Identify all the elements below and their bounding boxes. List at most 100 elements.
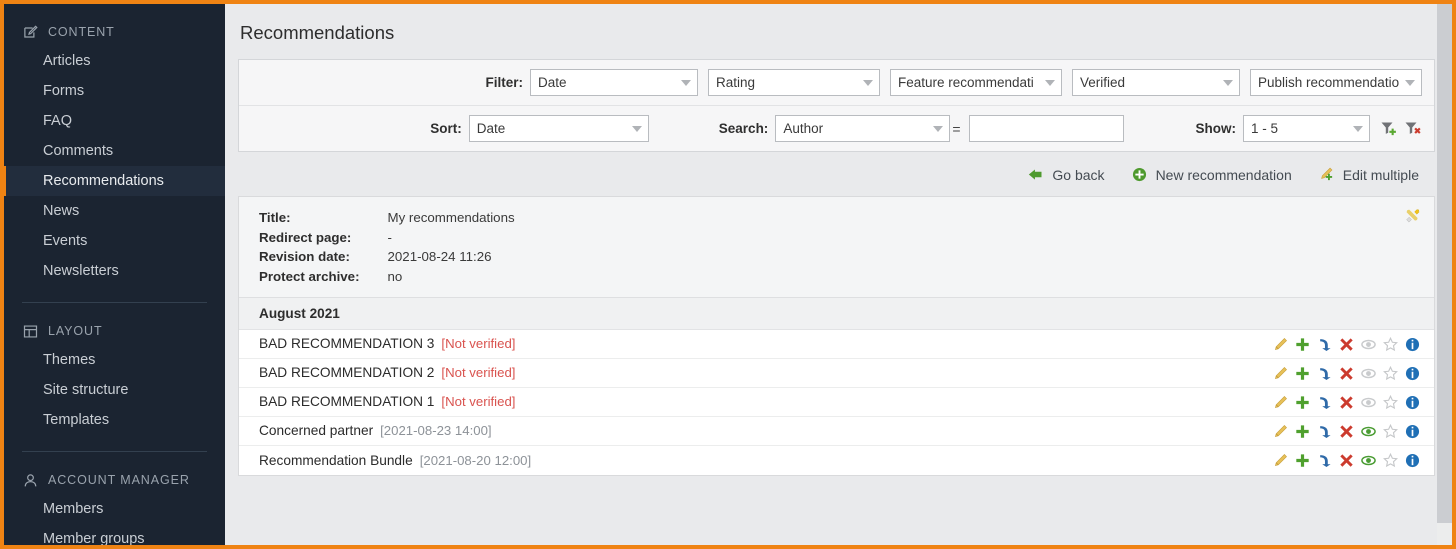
edit-pencil-icon[interactable] xyxy=(1269,393,1291,411)
visibility-eye-icon[interactable] xyxy=(1357,452,1379,470)
edit-pencil-icon[interactable] xyxy=(1269,422,1291,440)
sidebar-item-events[interactable]: Events xyxy=(4,226,225,256)
table-row[interactable]: BAD RECOMMENDATION 2 [Not verified] xyxy=(239,359,1434,388)
delete-x-icon[interactable] xyxy=(1335,335,1357,353)
feature-star-icon[interactable] xyxy=(1379,422,1401,440)
row-title[interactable]: BAD RECOMMENDATION 3 xyxy=(259,336,434,351)
sidebar-item-member-groups[interactable]: Member groups xyxy=(4,524,225,545)
info-icon[interactable] xyxy=(1401,422,1423,440)
info-icon[interactable] xyxy=(1401,364,1423,382)
sidebar-item-recommendations[interactable]: Recommendations xyxy=(4,166,225,196)
chevron-down-icon xyxy=(933,125,944,132)
feature-star-icon[interactable] xyxy=(1379,452,1401,470)
info-key: Title: xyxy=(259,210,291,225)
delete-x-icon[interactable] xyxy=(1335,393,1357,411)
filter-date[interactable]: Date xyxy=(530,69,698,96)
edit-pencil-icon[interactable] xyxy=(1269,364,1291,382)
nav-section-layout: LAYOUT xyxy=(4,317,225,345)
sidebar-item-forms[interactable]: Forms xyxy=(4,76,225,106)
sidebar-item-templates[interactable]: Templates xyxy=(4,405,225,435)
sidebar-item-site-structure[interactable]: Site structure xyxy=(4,375,225,405)
sort-select[interactable]: Date xyxy=(468,115,649,142)
filter-feature-recommendation-value: Feature recommendati xyxy=(898,75,1034,90)
move-arrow-icon[interactable] xyxy=(1313,364,1335,382)
edit-multiple-button[interactable]: Edit multiple xyxy=(1318,166,1419,183)
info-key: Redirect page: xyxy=(259,229,352,245)
table-row[interactable]: BAD RECOMMENDATION 1 [Not verified] xyxy=(239,388,1434,417)
sidebar-item-newsletters[interactable]: Newsletters xyxy=(4,256,225,286)
edit-multiple-button-label: Edit multiple xyxy=(1342,166,1419,183)
go-back-button-label: Go back xyxy=(1052,166,1105,183)
move-arrow-icon[interactable] xyxy=(1313,452,1335,470)
show-select-value: 1 - 5 xyxy=(1251,121,1279,136)
search-input[interactable] xyxy=(968,115,1124,142)
new-recommendation-button[interactable]: New recommendation xyxy=(1131,166,1292,183)
sidebar-item-articles[interactable]: Articles xyxy=(4,46,225,76)
vertical-scrollbar[interactable] xyxy=(1437,4,1452,545)
filter-add-icon[interactable] xyxy=(1379,119,1398,138)
info-icon[interactable] xyxy=(1401,335,1423,353)
chevron-down-icon xyxy=(1223,79,1233,86)
delete-x-icon[interactable] xyxy=(1335,364,1357,382)
filter-publish-recommendation[interactable]: Publish recommendatio xyxy=(1250,69,1422,96)
edit-pencil-icon[interactable] xyxy=(1269,452,1291,470)
delete-x-icon[interactable] xyxy=(1335,452,1357,470)
add-plus-icon[interactable] xyxy=(1291,393,1313,411)
filter-feature-recommendation[interactable]: Feature recommendati xyxy=(890,69,1062,96)
tools-icon[interactable] xyxy=(1404,207,1422,225)
filter-panel: Filter: Date Rating Feature recommendati Ve… xyxy=(238,59,1435,152)
row-label-group: BAD RECOMMENDATION 1 [Not verified] xyxy=(259,393,515,411)
feature-star-icon[interactable] xyxy=(1379,335,1401,353)
add-plus-icon[interactable] xyxy=(1291,335,1313,353)
scrollbar-thumb[interactable] xyxy=(1437,4,1452,523)
row-title[interactable]: Concerned partner xyxy=(259,423,373,438)
table-row[interactable]: Concerned partner [2021-08-23 14:00] xyxy=(239,417,1434,446)
page-title: Recommendations xyxy=(240,22,395,43)
filter-label: Filter: xyxy=(485,75,523,90)
show-select[interactable]: 1 - 5 xyxy=(1243,115,1370,142)
search-field-select[interactable]: Author xyxy=(775,115,951,142)
sidebar: CONTENT Articles Forms FAQ Comments Recommend… xyxy=(4,4,225,545)
move-arrow-icon[interactable] xyxy=(1313,335,1335,353)
action-bar: Go back New recommendation Edit multiple xyxy=(238,152,1435,196)
sidebar-item-faq[interactable]: FAQ xyxy=(4,106,225,136)
move-arrow-icon[interactable] xyxy=(1313,393,1335,411)
table-row[interactable]: BAD RECOMMENDATION 3 [Not verified] xyxy=(239,330,1434,359)
filter-publish-recommendation-value: Publish recommendatio xyxy=(1258,75,1399,90)
info-row: Protect archive: no xyxy=(259,267,515,287)
filter-remove-icon[interactable] xyxy=(1403,119,1422,138)
sort-select-value: Date xyxy=(476,121,506,136)
row-title[interactable]: Recommendation Bundle xyxy=(259,453,413,468)
info-icon[interactable] xyxy=(1401,452,1423,470)
sidebar-item-themes[interactable]: Themes xyxy=(4,345,225,375)
status-badge: [Not verified] xyxy=(441,336,516,351)
nav-section-label: LAYOUT xyxy=(48,324,103,338)
visibility-eye-icon[interactable] xyxy=(1357,335,1379,353)
filter-rating[interactable]: Rating xyxy=(708,69,880,96)
add-plus-icon[interactable] xyxy=(1291,364,1313,382)
sidebar-item-news[interactable]: News xyxy=(4,196,225,226)
row-actions xyxy=(1269,364,1423,382)
table-row[interactable]: Recommendation Bundle [2021-08-20 12:00] xyxy=(239,446,1434,475)
move-arrow-icon[interactable] xyxy=(1313,422,1335,440)
sidebar-item-members[interactable]: Members xyxy=(4,494,225,524)
feature-star-icon[interactable] xyxy=(1379,393,1401,411)
info-icon[interactable] xyxy=(1401,393,1423,411)
filter-verified[interactable]: Verified xyxy=(1072,69,1240,96)
visibility-eye-icon[interactable] xyxy=(1357,393,1379,411)
arrow-left-icon xyxy=(1027,166,1044,183)
row-title[interactable]: BAD RECOMMENDATION 2 xyxy=(259,365,434,380)
delete-x-icon[interactable] xyxy=(1335,422,1357,440)
add-plus-icon[interactable] xyxy=(1291,422,1313,440)
row-label-group: BAD RECOMMENDATION 3 [Not verified] xyxy=(259,335,515,353)
sidebar-item-comments[interactable]: Comments xyxy=(4,136,225,166)
visibility-eye-icon[interactable] xyxy=(1357,364,1379,382)
visibility-eye-icon[interactable] xyxy=(1357,422,1379,440)
feature-star-icon[interactable] xyxy=(1379,364,1401,382)
edit-pencil-icon[interactable] xyxy=(1269,335,1291,353)
row-title[interactable]: BAD RECOMMENDATION 1 xyxy=(259,394,434,409)
chevron-down-icon xyxy=(631,125,642,132)
info-panel: Title: My recommendations Redirect page: - R… xyxy=(239,197,1434,298)
go-back-button[interactable]: Go back xyxy=(1027,166,1105,183)
add-plus-icon[interactable] xyxy=(1291,452,1313,470)
